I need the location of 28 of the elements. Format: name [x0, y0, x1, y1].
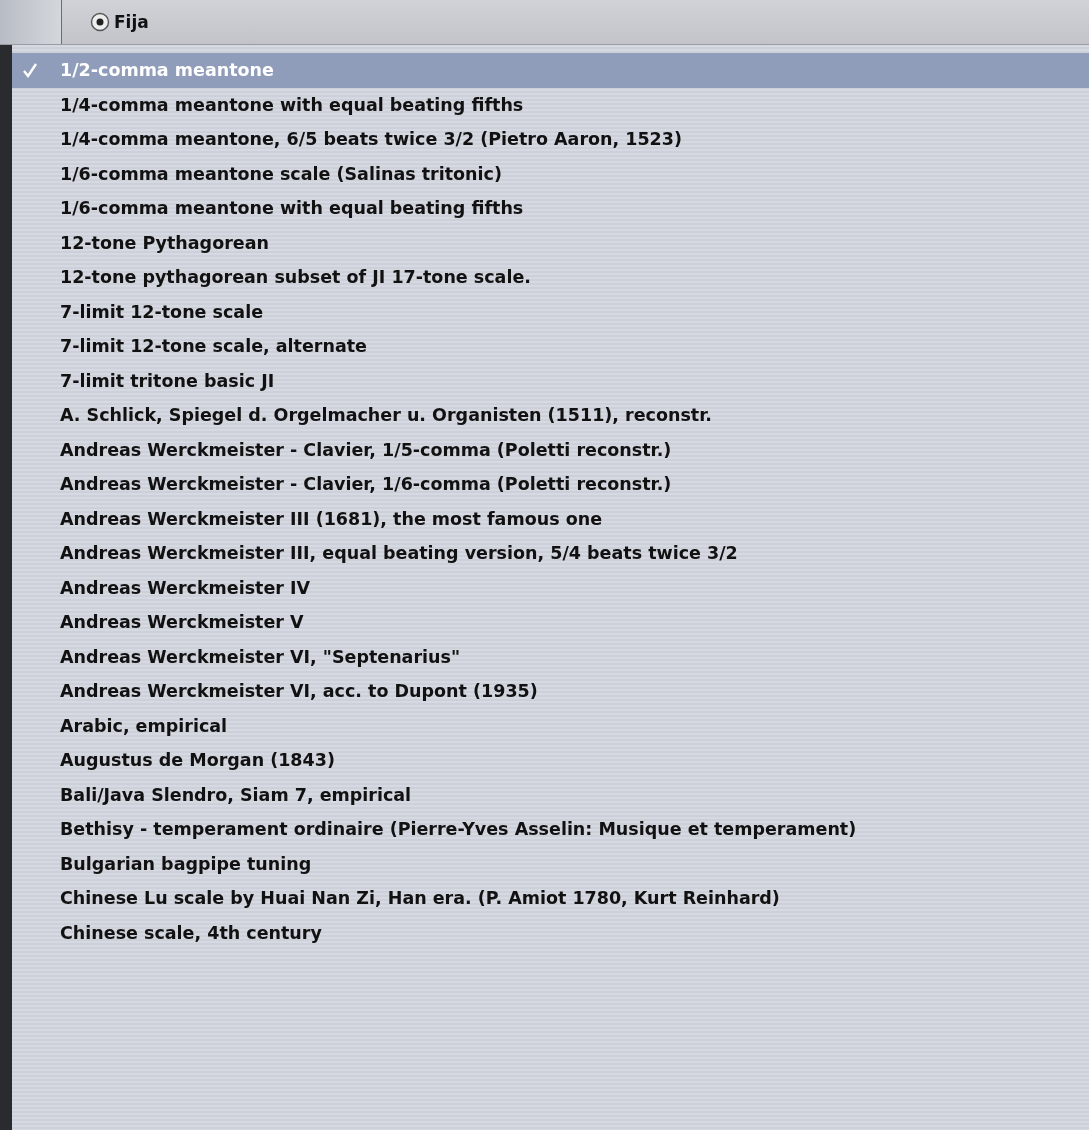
menu-item[interactable]: Andreas Werckmeister V: [12, 605, 1089, 640]
menu-item[interactable]: Andreas Werckmeister VI, acc. to Dupont (1935): [12, 674, 1089, 709]
menu-item[interactable]: 1/4-comma meantone, 6/5 beats twice 3/2 (Pietro Aaron, 1523): [12, 122, 1089, 157]
menu-item[interactable]: Andreas Werckmeister VI, "Septenarius": [12, 639, 1089, 674]
menu-item[interactable]: Andreas Werckmeister - Clavier, 1/6-comma (Poletti reconstr.): [12, 467, 1089, 502]
menu-item[interactable]: Bali/Java Slendro, Siam 7, empirical: [12, 777, 1089, 812]
menu-item[interactable]: Chinese scale, 4th century: [12, 915, 1089, 950]
menu-item[interactable]: Chinese Lu scale by Huai Nan Zi, Han era. (P. Amiot 1780, Kurt Reinhard): [12, 881, 1089, 916]
menu-item[interactable]: Bulgarian bagpipe tuning: [12, 846, 1089, 881]
menu-item[interactable]: A. Schlick, Spiegel d. Orgelmacher u. Organisten (1511), reconstr.: [12, 398, 1089, 433]
menu-item[interactable]: 1/6-comma meantone with equal beating fifths: [12, 191, 1089, 226]
menu-item[interactable]: Arabic, empirical: [12, 708, 1089, 743]
menu-item[interactable]: Andreas Werckmeister IV: [12, 570, 1089, 605]
menu-item[interactable]: 12-tone pythagorean subset of JI 17-tone scale.: [12, 260, 1089, 295]
panel-corner: [0, 0, 62, 44]
menu-item[interactable]: Andreas Werckmeister III, equal beating version, 5/4 beats twice 3/2: [12, 536, 1089, 571]
menu-item[interactable]: 1/6-comma meantone scale (Salinas tritonic): [12, 156, 1089, 191]
menu-item[interactable]: Bethisy - temperament ordinaire (Pierre-Yves Asselin: Musique et temperament): [12, 812, 1089, 847]
menu-item[interactable]: Augustus de Morgan (1843): [12, 743, 1089, 778]
menu-item[interactable]: 7-limit 12-tone scale: [12, 294, 1089, 329]
menu-item[interactable]: 12-tone Pythagorean: [12, 225, 1089, 260]
menu-item[interactable]: 7-limit tritone basic JI: [12, 363, 1089, 398]
fija-radio-button[interactable]: Fija: [90, 12, 149, 32]
checkmark-icon: [22, 62, 38, 79]
menu-item[interactable]: Andreas Werckmeister III (1681), the most famous one: [12, 501, 1089, 536]
menu-item[interactable]: 7-limit 12-tone scale, alternate: [12, 329, 1089, 364]
menu-item[interactable]: 1/4-comma meantone with equal beating fifths: [12, 87, 1089, 122]
menu-item[interactable]: Andreas Werckmeister - Clavier, 1/5-comma (Poletti reconstr.): [12, 432, 1089, 467]
